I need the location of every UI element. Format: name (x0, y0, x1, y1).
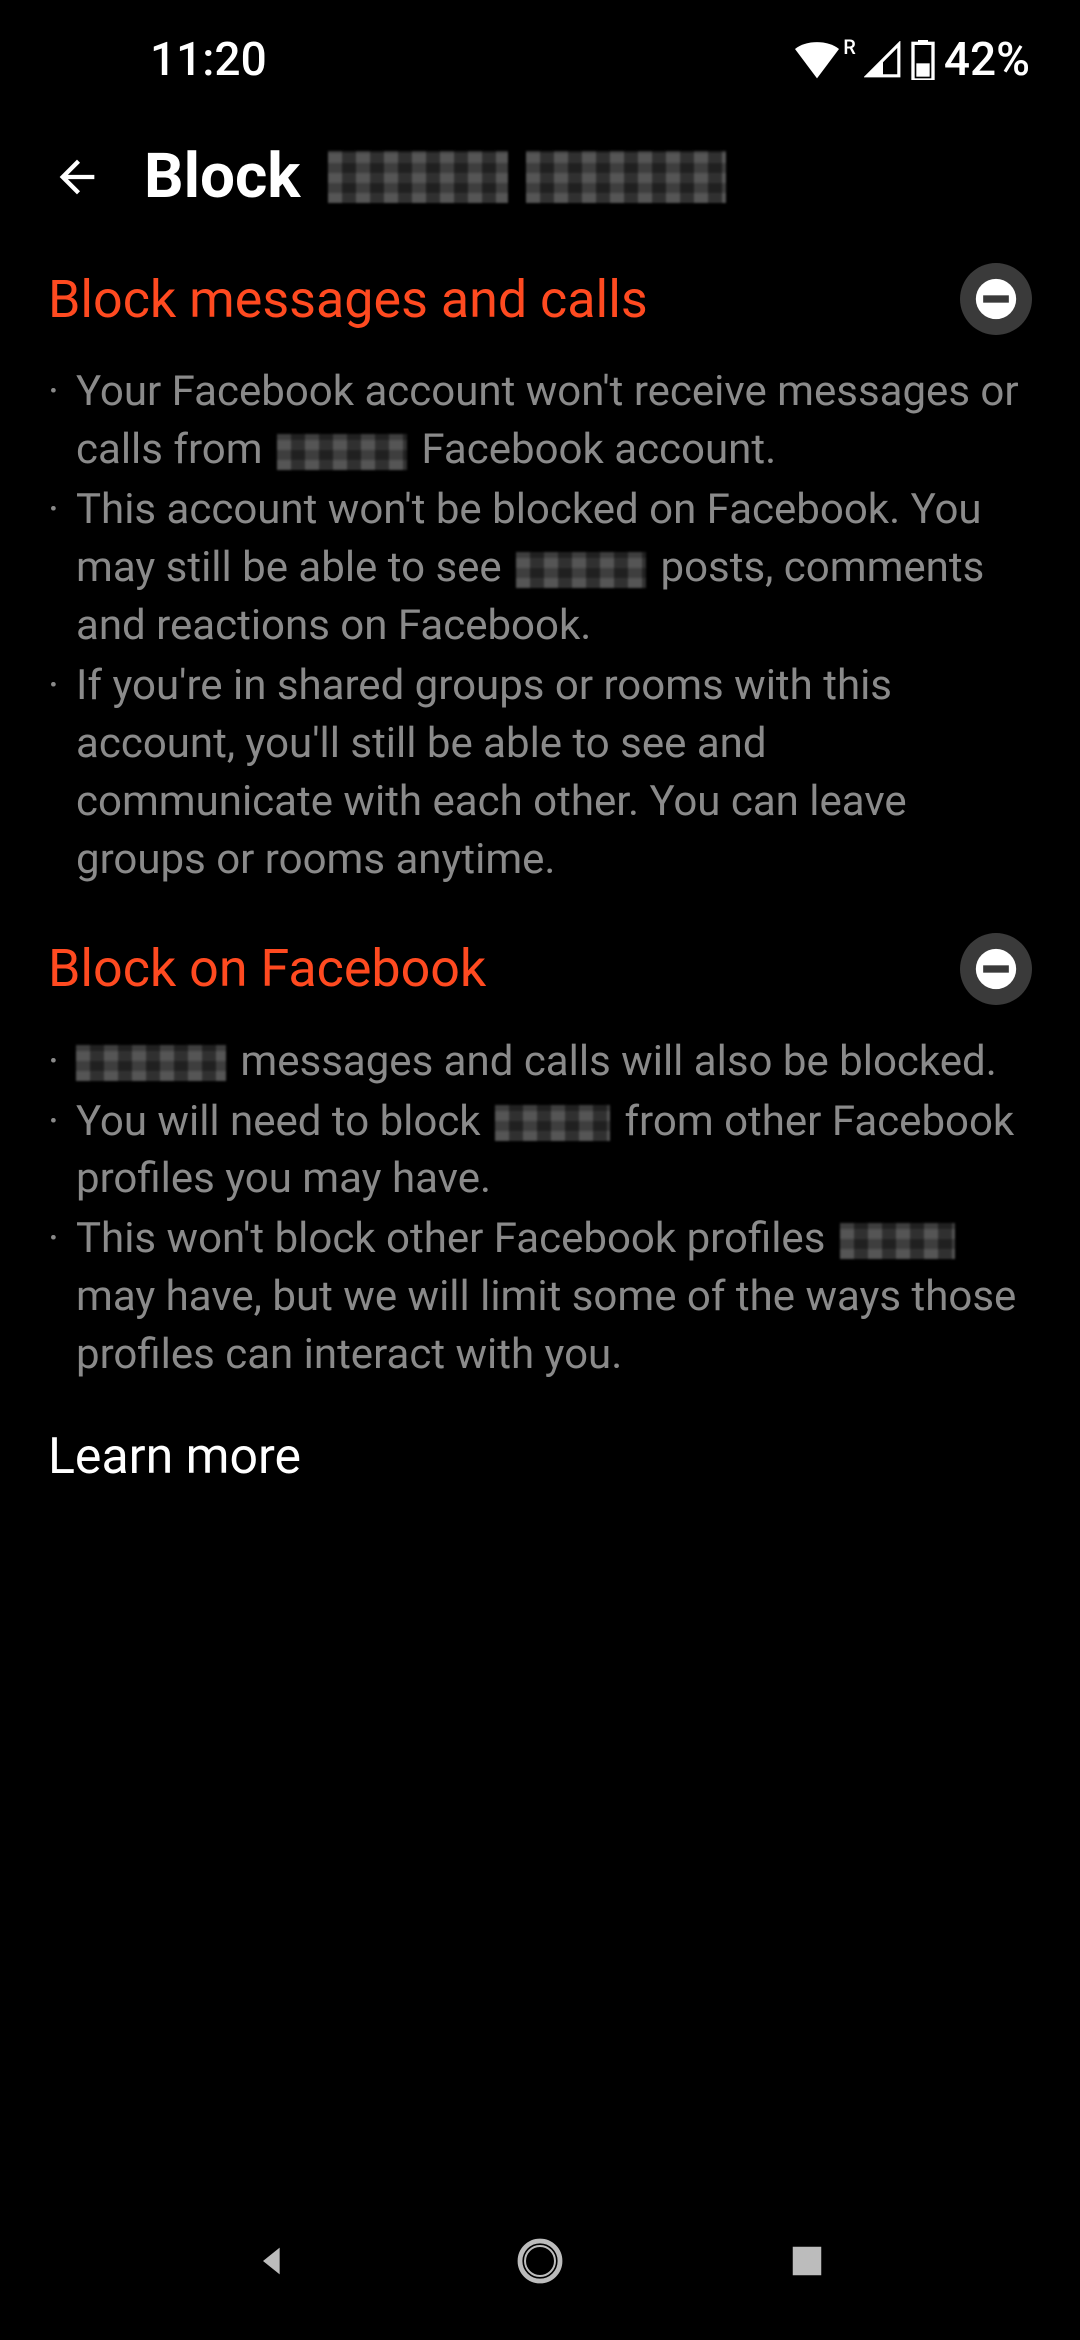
text-pre: This won't block other Facebook profiles (76, 1214, 836, 1263)
status-time: 11:20 (50, 33, 267, 87)
nav-back-button[interactable] (238, 2226, 308, 2296)
minus-circle-icon (974, 277, 1018, 321)
bullet-dot: · (48, 481, 76, 655)
page-title-prefix: Block (144, 140, 300, 213)
back-button[interactable] (50, 150, 104, 204)
redacted-name-title (328, 151, 726, 203)
text-post: Facebook account. (411, 425, 776, 474)
section-title: Block messages and calls (48, 269, 648, 330)
status-right: R 42% (795, 33, 1030, 87)
nav-recents-button[interactable] (772, 2226, 842, 2296)
block-facebook-icon-button[interactable] (960, 933, 1032, 1005)
status-bar: 11:20 R 42% (0, 0, 1080, 110)
bullet-text: You will need to block from other Facebo… (76, 1093, 1032, 1209)
bullet-text: Your Facebook account won't receive mess… (76, 363, 1032, 479)
section-title: Block on Facebook (48, 938, 486, 999)
roaming-indicator: R (843, 35, 856, 59)
text-pre: You will need to block (76, 1097, 491, 1146)
bullet-text: If you're in shared groups or rooms with… (76, 657, 1032, 889)
battery-icon (910, 40, 936, 80)
bullet-text: This won't block other Facebook profiles… (76, 1210, 1032, 1384)
bullet-text: messages and calls will also be blocked. (76, 1033, 1032, 1091)
signal-icon (864, 41, 902, 79)
text-post: may have, but we will limit some of the … (76, 1272, 1016, 1379)
section-block-facebook: Block on Facebook · messages and calls w… (48, 933, 1032, 1385)
list-item: · If you're in shared groups or rooms wi… (48, 657, 1032, 889)
system-nav-bar (0, 2200, 1080, 2340)
bullet-text: This account won't be blocked on Faceboo… (76, 481, 1032, 655)
learn-more-link[interactable]: Learn more (48, 1428, 1032, 1486)
page-title: Block (144, 140, 726, 213)
section-block-messages: Block messages and calls · Your Facebook… (48, 263, 1032, 889)
content: Block messages and calls · Your Facebook… (0, 243, 1080, 1486)
battery-percent: 42% (944, 33, 1030, 87)
redacted-name (516, 552, 646, 588)
section-header[interactable]: Block messages and calls (48, 263, 1032, 335)
app-bar: Block (0, 110, 1080, 243)
nav-home-button[interactable] (505, 2226, 575, 2296)
list-item: · You will need to block from other Face… (48, 1093, 1032, 1209)
bullet-dot: · (48, 1210, 76, 1384)
text-post: messages and calls will also be blocked. (230, 1037, 997, 1086)
redacted-name (495, 1105, 610, 1141)
bullet-dot: · (48, 1033, 76, 1091)
redacted-name (76, 1045, 226, 1081)
list-item: · This won't block other Facebook profil… (48, 1210, 1032, 1384)
list-item: · This account won't be blocked on Faceb… (48, 481, 1032, 655)
bullet-list: · messages and calls will also be blocke… (48, 1033, 1032, 1385)
list-item: · messages and calls will also be blocke… (48, 1033, 1032, 1091)
bullet-dot: · (48, 1093, 76, 1209)
bullet-dot: · (48, 363, 76, 479)
redacted-name (277, 434, 407, 470)
bullet-dot: · (48, 657, 76, 889)
block-messages-icon-button[interactable] (960, 263, 1032, 335)
wifi-icon (795, 41, 839, 79)
section-header[interactable]: Block on Facebook (48, 933, 1032, 1005)
redacted-name (840, 1223, 955, 1259)
list-item: · Your Facebook account won't receive me… (48, 363, 1032, 479)
minus-circle-icon (974, 947, 1018, 991)
bullet-list: · Your Facebook account won't receive me… (48, 363, 1032, 889)
